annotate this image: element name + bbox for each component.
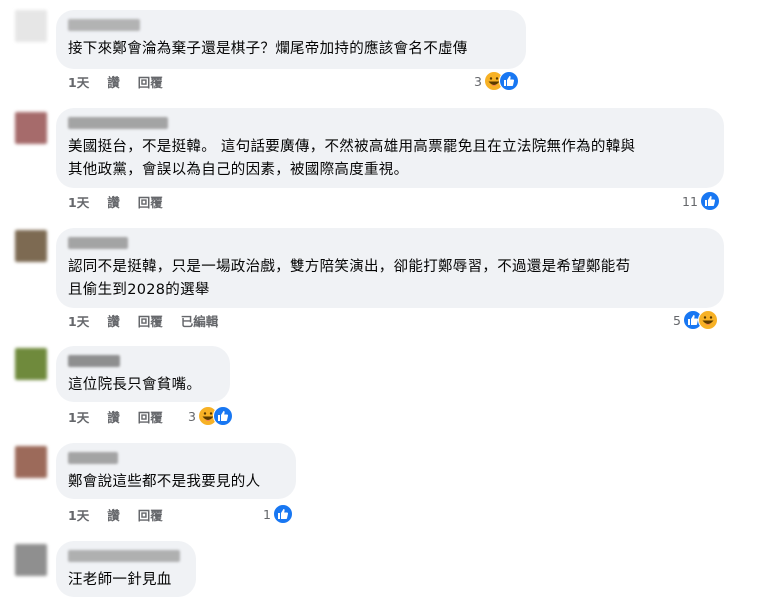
reaction-summary[interactable]: 11: [682, 191, 720, 211]
reaction-summary[interactable]: 3: [474, 71, 519, 91]
reaction-count: 3: [474, 73, 482, 89]
like-button[interactable]: 讚: [107, 72, 120, 91]
reaction-summary[interactable]: 5: [673, 310, 718, 330]
like-icon: [699, 191, 720, 211]
comment-text: 接下來鄭會淪為棄子還是棋子？爛尾帝加持的應該會名不虛傳: [68, 41, 468, 57]
comment-text: 汪老師一針見血: [68, 572, 172, 588]
reaction-count: 5: [673, 312, 681, 328]
edited-label: 已編輯: [180, 313, 219, 329]
comment-actions: 1天 讚 回覆 已編輯: [68, 311, 218, 329]
reply-button[interactable]: 回覆: [138, 192, 163, 211]
avatar[interactable]: [15, 446, 47, 478]
avatar[interactable]: [15, 230, 47, 262]
comment-bubble: 這位院長只會貧嘴。: [56, 346, 230, 402]
comment-actions: 1天 讚 回覆: [68, 72, 163, 90]
reply-button[interactable]: 回覆: [138, 407, 163, 426]
timestamp-link[interactable]: 1天: [68, 72, 89, 91]
comment-actions: 1天 讚 回覆: [68, 192, 163, 210]
comment-bubble: 美國挺台，不是挺韓。 這句話要廣傳，不然被高雄用高票罷免且在立法院無作為的韓與 …: [56, 108, 724, 188]
reaction-count: 1: [263, 506, 271, 522]
avatar[interactable]: [15, 544, 47, 576]
comment-bubble: 接下來鄭會淪為棄子還是棋子？爛尾帝加持的應該會名不虛傳: [56, 10, 526, 69]
haha-icon: [697, 310, 718, 330]
like-button[interactable]: 讚: [107, 192, 120, 211]
author-name[interactable]: [68, 237, 128, 249]
author-name[interactable]: [68, 117, 168, 129]
comment-actions: 1天 讚 回覆: [68, 505, 163, 523]
reaction-summary[interactable]: 1: [263, 504, 293, 524]
author-name[interactable]: [68, 19, 140, 31]
author-name[interactable]: [68, 355, 120, 367]
author-name[interactable]: [68, 550, 180, 562]
reply-button[interactable]: 回覆: [138, 72, 163, 91]
reaction-count: 3: [188, 408, 196, 424]
timestamp-link[interactable]: 1天: [68, 505, 89, 524]
reaction-count: 11: [682, 193, 698, 209]
timestamp-link[interactable]: 1天: [68, 407, 89, 426]
like-button[interactable]: 讚: [107, 311, 120, 330]
comment-bubble: 認同不是挺韓，只是一場政治戲，雙方陪笑演出，卻能打鄭辱習，不過還是希望鄭能苟 且…: [56, 228, 724, 308]
like-button[interactable]: 讚: [107, 505, 120, 524]
like-icon: [498, 71, 519, 91]
reply-button[interactable]: 回覆: [138, 505, 163, 524]
author-name[interactable]: [68, 452, 118, 464]
reply-button[interactable]: 回覆: [138, 311, 163, 330]
like-icon: [212, 406, 233, 426]
comment-text: 認同不是挺韓，只是一場政治戲，雙方陪笑演出，卻能打鄭辱習，不過還是希望鄭能苟 且…: [68, 259, 631, 298]
like-icon: [272, 504, 293, 524]
comment-actions: 1天 讚 回覆: [68, 407, 163, 425]
comment-bubble: 鄭會說這些都不是我要見的人: [56, 443, 296, 499]
comment-text: 美國挺台，不是挺韓。 這句話要廣傳，不然被高雄用高票罷免且在立法院無作為的韓與 …: [68, 139, 636, 178]
avatar[interactable]: [15, 112, 47, 144]
timestamp-link[interactable]: 1天: [68, 192, 89, 211]
timestamp-link[interactable]: 1天: [68, 311, 89, 330]
comment-bubble: 汪老師一針見血: [56, 541, 196, 597]
avatar[interactable]: [15, 10, 47, 42]
avatar[interactable]: [15, 348, 47, 380]
comment-text: 鄭會說這些都不是我要見的人: [68, 474, 261, 490]
reaction-summary[interactable]: 3: [188, 406, 233, 426]
like-button[interactable]: 讚: [107, 407, 120, 426]
comment-text: 這位院長只會貧嘴。: [68, 377, 202, 393]
